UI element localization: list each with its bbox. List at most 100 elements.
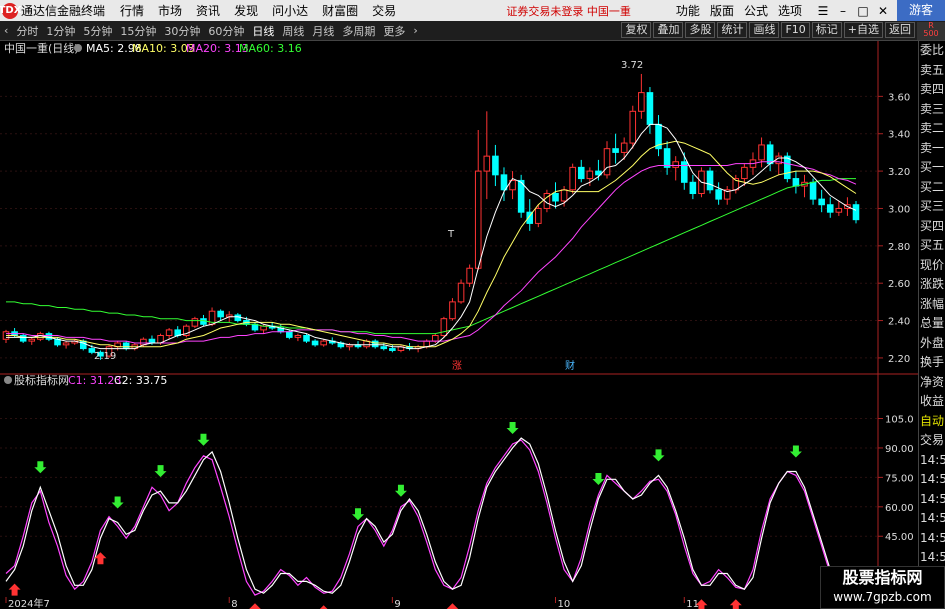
menu-item-banmian[interactable]: 版面 bbox=[705, 2, 739, 19]
login-status[interactable]: 证券交易未登录 中国一重 bbox=[506, 3, 631, 19]
menu-item-hangqing[interactable]: 行情 bbox=[113, 2, 151, 19]
candle bbox=[706, 170, 714, 191]
candle bbox=[234, 314, 242, 322]
date-tick-label: 2024年7 bbox=[8, 597, 50, 609]
side-xianjia[interactable]: 现价 bbox=[919, 256, 945, 276]
side-buy4[interactable]: 买四 bbox=[919, 217, 945, 237]
main-panel-title: 中国一重(日线) bbox=[4, 41, 79, 55]
candle bbox=[286, 331, 293, 338]
side-jiaoyi[interactable]: 交易 bbox=[919, 431, 945, 451]
side-sell1[interactable]: 卖一 bbox=[919, 139, 945, 159]
menu-item-wenxiaoda[interactable]: 问小达 bbox=[265, 2, 315, 19]
period-tab-weekly[interactable]: 周线 bbox=[278, 23, 308, 39]
close-icon[interactable]: ✕ bbox=[873, 4, 893, 18]
side-waipan[interactable]: 外盘 bbox=[919, 334, 945, 354]
candle bbox=[560, 189, 568, 202]
side-weibi[interactable]: 委比 bbox=[919, 41, 945, 61]
candle bbox=[432, 335, 439, 342]
side-time-1: 14:56 bbox=[920, 452, 945, 467]
r500-badge[interactable]: R 500 bbox=[917, 21, 945, 40]
period-tab-multi[interactable]: 多周期 bbox=[338, 23, 379, 39]
candle bbox=[646, 92, 654, 125]
candle bbox=[603, 148, 611, 176]
menu-item-zixun[interactable]: 资讯 bbox=[189, 2, 227, 19]
tongji-button[interactable]: 统计 bbox=[717, 21, 748, 38]
chevron-right-icon[interactable]: › bbox=[409, 24, 421, 37]
candle bbox=[680, 161, 688, 183]
candle bbox=[320, 340, 327, 346]
chevron-left-icon[interactable]: ‹ bbox=[0, 24, 12, 37]
side-jingzi[interactable]: 净资 bbox=[919, 373, 945, 393]
fuquan-button[interactable]: 复权 bbox=[621, 21, 652, 38]
chart-area[interactable]: 3.60 3.40 3.20 3.00 2.80 2.60 2.40 2.20 105.0 90… bbox=[0, 41, 918, 609]
side-buy1[interactable]: 买一 bbox=[919, 158, 945, 178]
menu-item-faxian[interactable]: 发现 bbox=[227, 2, 265, 19]
candle bbox=[457, 282, 465, 303]
candle bbox=[689, 181, 697, 195]
candle bbox=[818, 198, 825, 206]
huaxian-button[interactable]: 画线 bbox=[749, 21, 780, 38]
add-watchlist-button[interactable]: +自选 bbox=[843, 21, 883, 38]
minimize-icon[interactable]: – bbox=[833, 4, 853, 18]
candle bbox=[380, 346, 388, 350]
menu-item-gongshi[interactable]: 公式 bbox=[739, 2, 773, 19]
zhang-mark: 涨 bbox=[452, 360, 462, 372]
menu-item-shichang[interactable]: 市场 bbox=[151, 2, 189, 19]
watermark-url: www.7gpzb.com bbox=[833, 590, 932, 604]
panel-settings-icon[interactable] bbox=[74, 44, 82, 52]
price-tick-label: 3.40 bbox=[888, 130, 910, 141]
side-zhangdie[interactable]: 涨跌 bbox=[919, 275, 945, 295]
candle bbox=[28, 338, 36, 342]
side-buy3[interactable]: 买三 bbox=[919, 197, 945, 217]
diejia-button[interactable]: 叠加 bbox=[653, 21, 684, 38]
candle bbox=[715, 189, 722, 200]
candle bbox=[569, 166, 576, 191]
side-sell4[interactable]: 卖四 bbox=[919, 80, 945, 100]
side-sell2[interactable]: 卖二 bbox=[919, 119, 945, 139]
side-buy2[interactable]: 买二 bbox=[919, 178, 945, 198]
candle bbox=[165, 329, 173, 337]
period-tab-fenshi[interactable]: 分时 bbox=[12, 23, 42, 39]
candle bbox=[784, 155, 791, 180]
period-tab-more[interactable]: 更多 bbox=[379, 23, 409, 39]
period-tab-1min[interactable]: 1分钟 bbox=[42, 23, 79, 39]
candle bbox=[577, 166, 585, 180]
period-tab-30min[interactable]: 30分钟 bbox=[160, 23, 204, 39]
duogu-button[interactable]: 多股 bbox=[685, 21, 716, 38]
price-tick-label: 3.20 bbox=[888, 167, 910, 178]
period-tab-60min[interactable]: 60分钟 bbox=[204, 23, 248, 39]
side-buy5[interactable]: 买五 bbox=[919, 236, 945, 256]
candle bbox=[191, 318, 199, 327]
menu-item-gongneng[interactable]: 功能 bbox=[671, 2, 705, 19]
maximize-icon[interactable]: □ bbox=[853, 4, 873, 18]
side-zhangfu[interactable]: 涨幅 bbox=[919, 295, 945, 315]
sub-panel-settings-icon[interactable] bbox=[4, 376, 12, 384]
f10-button[interactable]: F10 bbox=[781, 21, 810, 38]
period-tab-monthly[interactable]: 月线 bbox=[308, 23, 338, 39]
biaoji-button[interactable]: 标记 bbox=[811, 21, 842, 38]
date-tick-label: 11 bbox=[686, 599, 699, 609]
site-watermark: 股票指标网 www.7gpzb.com bbox=[820, 566, 945, 609]
side-zongliang[interactable]: 总量 bbox=[919, 314, 945, 334]
side-shouyi[interactable]: 收益 bbox=[919, 392, 945, 412]
period-tab-15min[interactable]: 15分钟 bbox=[116, 23, 160, 39]
period-tab-5min[interactable]: 5分钟 bbox=[79, 23, 116, 39]
candle bbox=[294, 335, 302, 338]
candle bbox=[552, 193, 559, 202]
back-button[interactable]: 返回 bbox=[885, 21, 915, 38]
menu-item-caifuquan[interactable]: 财富圈 bbox=[315, 2, 365, 19]
menu-icon[interactable]: ☰ bbox=[813, 4, 833, 18]
menu-item-xuanxiang[interactable]: 选项 bbox=[773, 2, 807, 19]
candle bbox=[741, 166, 748, 180]
price-tick-label: 2.60 bbox=[888, 279, 910, 290]
candle bbox=[500, 174, 508, 191]
indicator-tick-label: 60.00 bbox=[885, 503, 914, 514]
menu-item-jiaoyi[interactable]: 交易 bbox=[365, 2, 403, 19]
side-huanshou[interactable]: 换手 bbox=[919, 353, 945, 373]
period-tab-daily[interactable]: 日线 bbox=[248, 23, 278, 39]
candle bbox=[629, 110, 637, 144]
side-sell3[interactable]: 卖三 bbox=[919, 100, 945, 120]
side-auto[interactable]: 自动 bbox=[919, 412, 945, 432]
guest-button[interactable]: 游客 bbox=[896, 0, 945, 21]
side-sell5[interactable]: 卖五 bbox=[919, 61, 945, 81]
